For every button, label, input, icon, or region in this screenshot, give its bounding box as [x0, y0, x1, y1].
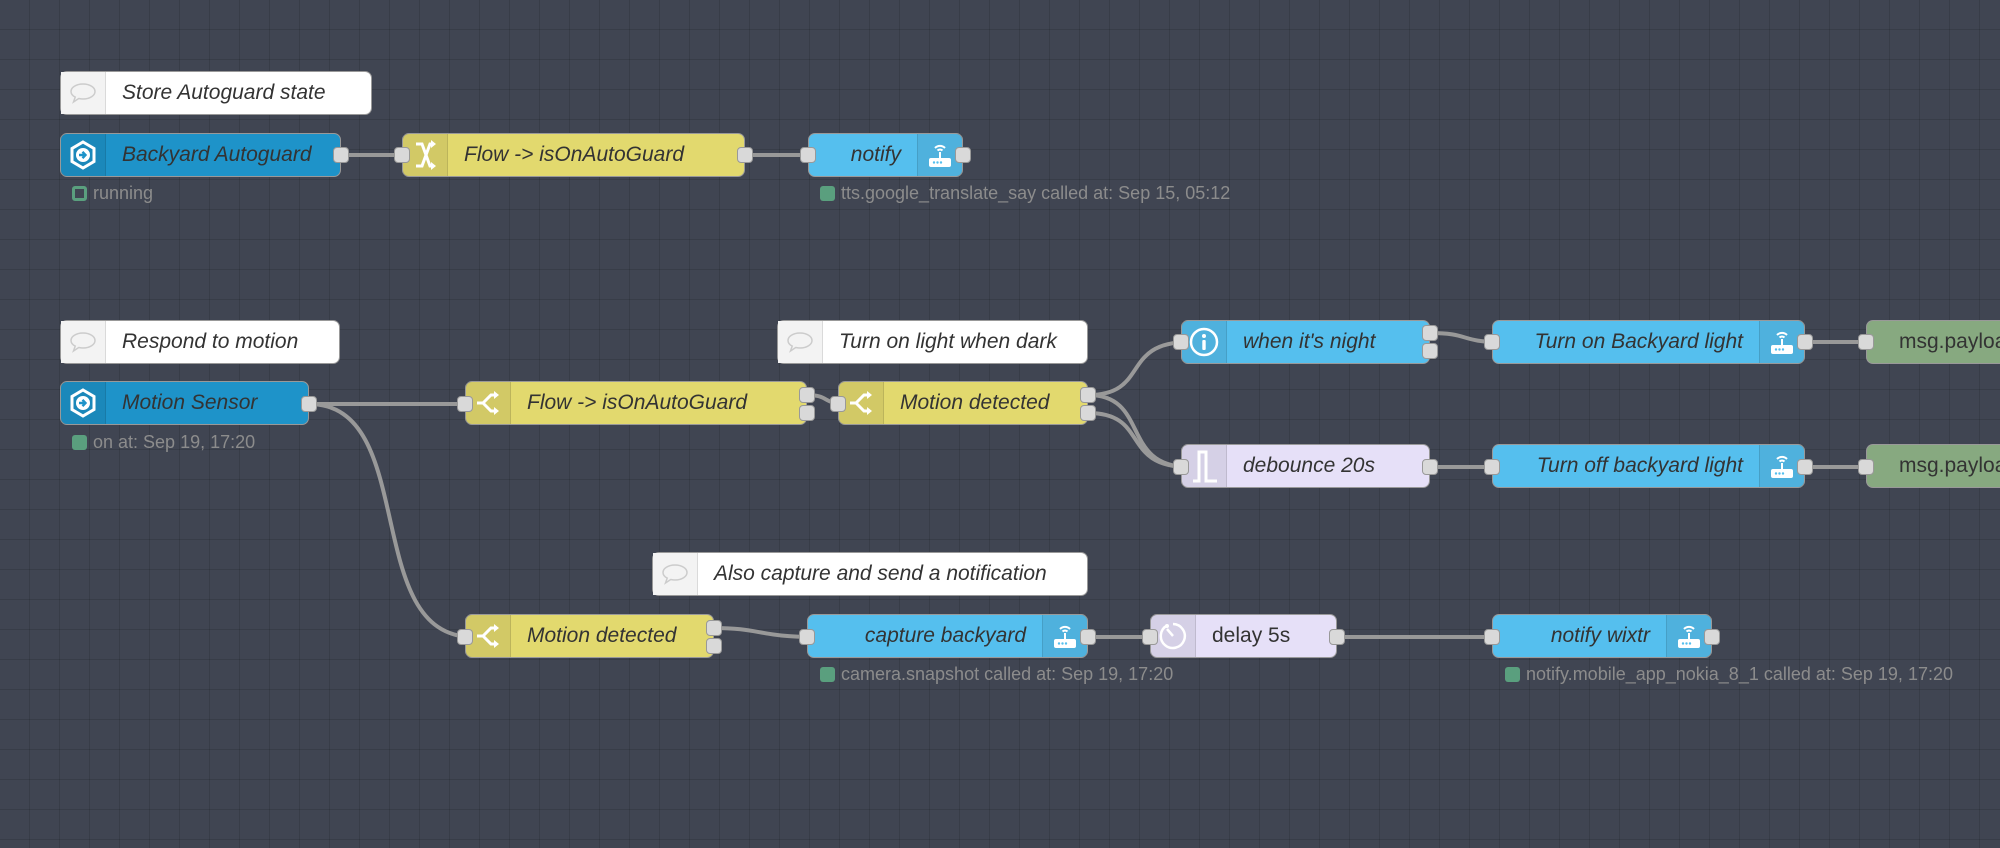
input-port[interactable]	[1858, 459, 1874, 475]
comment-text: Also capture and send a notification	[714, 562, 1047, 585]
node-status: on at: Sep 19, 17:20	[72, 432, 255, 453]
input-port[interactable]	[1484, 334, 1500, 350]
call-service-node-notify[interactable]: notify	[808, 133, 963, 177]
switch-node-flow-isonautoguard[interactable]: Flow -> isOnAutoGuard	[465, 381, 807, 425]
status-text: running	[93, 183, 154, 203]
node-label: notify	[850, 143, 901, 166]
comment-node-turn-on-light[interactable]: Turn on light when dark	[777, 320, 1088, 364]
node-label: Flow -> isOnAutoGuard	[527, 391, 748, 414]
ha-event-icon	[61, 134, 106, 176]
comment-icon	[61, 321, 106, 363]
debug-node-msg-payload-on[interactable]: msg.payload	[1866, 320, 2000, 364]
input-port[interactable]	[394, 147, 410, 163]
node-label: Turn on Backyard light	[1534, 330, 1743, 353]
comment-icon	[653, 553, 698, 595]
output-port[interactable]	[333, 147, 349, 163]
input-port[interactable]	[800, 147, 816, 163]
switch-node-motion-detected-light[interactable]: Motion detected	[838, 381, 1088, 425]
node-label: debounce 20s	[1243, 454, 1375, 477]
wire[interactable]	[1087, 340, 1190, 397]
comment-node-store-autoguard[interactable]: Store Autoguard state	[60, 71, 372, 115]
node-status: notify.mobile_app_nokia_8_1 called at: S…	[1505, 664, 1953, 685]
output-port[interactable]	[1329, 629, 1345, 645]
input-port[interactable]	[1484, 629, 1500, 645]
comment-icon	[778, 321, 823, 363]
wire[interactable]	[308, 402, 474, 639]
input-port[interactable]	[1142, 629, 1158, 645]
node-label: Motion detected	[527, 624, 677, 647]
node-status: running	[72, 183, 153, 204]
comment-text: Turn on light when dark	[839, 330, 1057, 353]
node-label: delay 5s	[1212, 624, 1291, 647]
wire[interactable]	[1087, 393, 1190, 469]
call-service-node-turn-on-light[interactable]: Turn on Backyard light	[1492, 320, 1805, 364]
node-label: msg.payload	[1899, 330, 2000, 353]
node-label: capture backyard	[864, 624, 1026, 647]
ha-event-icon	[61, 382, 106, 424]
output-port-2[interactable]	[706, 638, 722, 654]
current-state-node-when-its-night[interactable]: when it's night	[1181, 320, 1430, 364]
output-port[interactable]	[1704, 629, 1720, 645]
status-ring-icon	[72, 186, 87, 201]
change-node-flow-isonautoguard[interactable]: Flow -> isOnAutoGuard	[402, 133, 745, 177]
node-label: Flow -> isOnAutoGuard	[464, 143, 685, 166]
status-dot-icon	[1505, 667, 1520, 682]
status-text: tts.google_translate_say called at: Sep …	[841, 183, 1231, 203]
call-service-node-capture-backyard[interactable]: capture backyard	[807, 614, 1088, 658]
node-label: Backyard Autoguard	[122, 143, 312, 166]
comment-text: Store Autoguard state	[122, 81, 326, 104]
output-port-2[interactable]	[1422, 343, 1438, 359]
output-port-1[interactable]	[1422, 325, 1438, 341]
ha-trigger-node-motion-sensor[interactable]: Motion Sensor	[60, 381, 309, 425]
output-port[interactable]	[955, 147, 971, 163]
node-label: notify wixtr	[1550, 624, 1650, 647]
comment-node-respond-to-motion[interactable]: Respond to motion	[60, 320, 340, 364]
trigger-node-debounce[interactable]: debounce 20s	[1181, 444, 1430, 488]
input-port[interactable]	[457, 396, 473, 412]
status-dot-icon	[820, 667, 835, 682]
output-port[interactable]	[737, 147, 753, 163]
delay-node[interactable]: delay 5s	[1150, 614, 1337, 658]
switch-node-motion-detected-capture[interactable]: Motion detected	[465, 614, 714, 658]
output-port-1[interactable]	[799, 387, 815, 403]
input-port[interactable]	[1173, 334, 1189, 350]
input-port[interactable]	[830, 396, 846, 412]
output-port-2[interactable]	[799, 405, 815, 421]
input-port[interactable]	[1484, 459, 1500, 475]
output-port[interactable]	[1422, 459, 1438, 475]
node-label: Motion detected	[900, 391, 1050, 414]
call-service-node-notify-wixtr[interactable]: notify wixtr	[1492, 614, 1712, 658]
output-port[interactable]	[1080, 629, 1096, 645]
output-port-1[interactable]	[706, 620, 722, 636]
node-status: camera.snapshot called at: Sep 19, 17:20	[820, 664, 1173, 685]
status-text: notify.mobile_app_nokia_8_1 called at: S…	[1526, 664, 1953, 684]
comment-icon	[61, 72, 106, 114]
output-port-1[interactable]	[1080, 387, 1096, 403]
status-dot-icon	[820, 186, 835, 201]
debug-node-msg-payload-off[interactable]: msg.payload	[1866, 444, 2000, 488]
status-text: on at: Sep 19, 17:20	[93, 432, 256, 452]
node-label: msg.payload	[1899, 454, 2000, 477]
output-port[interactable]	[1797, 459, 1813, 475]
ha-trigger-node-backyard-autoguard[interactable]: Backyard Autoguard	[60, 133, 341, 177]
status-text: camera.snapshot called at: Sep 19, 17:20	[841, 664, 1174, 684]
node-label: Motion Sensor	[122, 391, 258, 414]
output-port-2[interactable]	[1080, 405, 1096, 421]
input-port[interactable]	[457, 629, 473, 645]
input-port[interactable]	[1173, 459, 1189, 475]
status-dot-icon	[72, 435, 87, 450]
call-service-node-turn-off-light[interactable]: Turn off backyard light	[1492, 444, 1805, 488]
output-port[interactable]	[301, 396, 317, 412]
node-label: when it's night	[1243, 330, 1376, 353]
input-port[interactable]	[1858, 334, 1874, 350]
comment-node-also-capture[interactable]: Also capture and send a notification	[652, 552, 1088, 596]
input-port[interactable]	[799, 629, 815, 645]
node-status: tts.google_translate_say called at: Sep …	[820, 183, 1230, 204]
node-label: Turn off backyard light	[1536, 454, 1743, 477]
comment-text: Respond to motion	[122, 330, 299, 353]
output-port[interactable]	[1797, 334, 1813, 350]
